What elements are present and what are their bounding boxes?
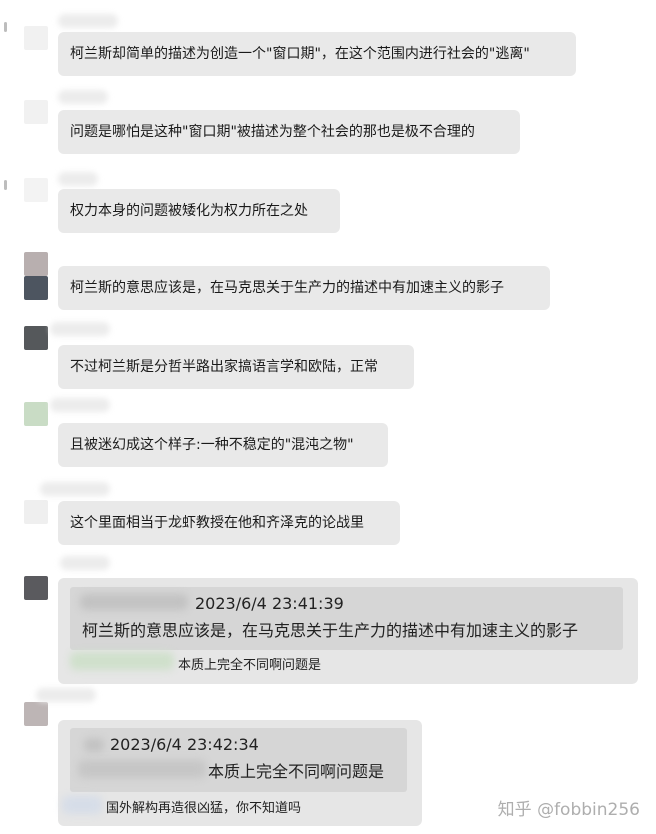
sender-name-blurred [58, 90, 108, 104]
avatar-lower-half [24, 276, 48, 300]
quoted-text-blurred [78, 760, 206, 778]
sender-name-blurred [58, 14, 118, 28]
message-bubble[interactable]: 这个里面相当于龙虾教授在他和齐泽克的论战里 [58, 501, 400, 545]
message-bubble[interactable]: 且被迷幻成这个样子:一种不稳定的"混沌之物" [58, 423, 388, 467]
reply-text: 国外解构再造很凶猛，你不知道吗 [106, 801, 302, 816]
avatar[interactable] [24, 252, 48, 276]
message-bubble[interactable]: 不过柯兰斯是分哲半路出家搞语言学和欧陆，正常 [58, 345, 414, 389]
sender-name-blurred [36, 688, 96, 702]
avatar[interactable] [24, 326, 48, 350]
message-bubble[interactable]: 柯兰斯却简单的描述为创造一个"窗口期"，在这个范围内进行社会的"逃离" [58, 32, 576, 76]
sender-name-blurred [60, 556, 110, 570]
edge-mark [4, 180, 7, 190]
message-text: 权力本身的问题被矮化为权力所在之处 [70, 203, 308, 219]
sender-name-blurred [50, 398, 110, 412]
message-text: 这个里面相当于龙虾教授在他和齐泽克的论战里 [70, 515, 364, 531]
edge-mark [4, 22, 7, 32]
avatar[interactable] [24, 178, 48, 202]
avatar[interactable] [24, 26, 48, 50]
quoted-text: 本质上完全不同啊问题是 [208, 762, 385, 781]
sender-name-blurred [50, 322, 110, 336]
avatar[interactable] [24, 576, 48, 600]
quoted-text: 柯兰斯的意思应该是，在马克思关于生产力的描述中有加速主义的影子 [82, 621, 579, 640]
message-text: 不过柯兰斯是分哲半路出家搞语言学和欧陆，正常 [70, 359, 378, 375]
avatar[interactable] [24, 402, 48, 426]
reply-sender-blurred [70, 652, 174, 670]
watermark: 知乎 @fobbin256 [497, 800, 640, 820]
reply-text: 本质上完全不同啊问题是 [178, 658, 322, 673]
message-text: 柯兰斯的意思应该是，在马克思关于生产力的描述中有加速主义的影子 [70, 280, 504, 296]
quoted-timestamp: 2023/6/4 23:42:34 [110, 735, 259, 754]
reply-sender-blurred [62, 796, 102, 814]
message-bubble[interactable]: 柯兰斯的意思应该是，在马克思关于生产力的描述中有加速主义的影子 [58, 266, 550, 310]
sender-name-blurred [40, 482, 110, 496]
avatar[interactable] [24, 100, 48, 124]
sender-name-blurred [58, 172, 98, 186]
avatar[interactable] [24, 500, 48, 524]
message-bubble[interactable]: 问题是哪怕是这种"窗口期"被描述为整个社会的那也是极不合理的 [58, 110, 520, 154]
message-text: 且被迷幻成这个样子:一种不稳定的"混沌之物" [70, 437, 354, 453]
quoted-sender-blurred [84, 738, 104, 752]
message-text: 柯兰斯却简单的描述为创造一个"窗口期"，在这个范围内进行社会的"逃离" [70, 46, 530, 62]
quoted-timestamp: 2023/6/4 23:41:39 [195, 594, 344, 613]
message-text: 问题是哪怕是这种"窗口期"被描述为整个社会的那也是极不合理的 [70, 124, 475, 140]
message-bubble[interactable]: 权力本身的问题被矮化为权力所在之处 [58, 189, 340, 233]
avatar[interactable] [24, 702, 48, 726]
quoted-sender-blurred [80, 594, 188, 610]
